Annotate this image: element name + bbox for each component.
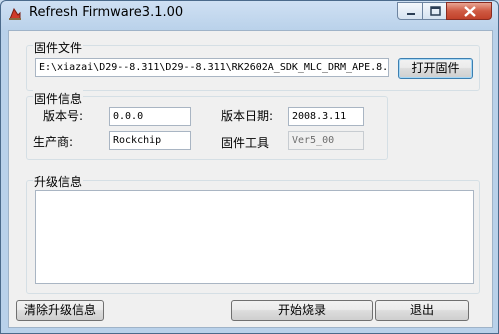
client-area: 固件文件 E:\xiazai\D29--8.311\D29--8.311\RK2… [8,30,493,328]
maximize-button[interactable] [422,2,447,20]
clear-upgrade-info-button[interactable]: 清除升级信息 [16,300,104,321]
minimize-icon [407,13,415,15]
exit-button[interactable]: 退出 [375,300,469,321]
close-icon [464,6,476,17]
firmware-tool-field: Ver5_00 [288,131,364,150]
version-field[interactable]: 0.0.0 [109,107,191,126]
firmware-path-field[interactable]: E:\xiazai\D29--8.311\D29--8.311\RK2602A_… [35,58,389,77]
minimize-button[interactable] [397,2,423,20]
firmware-tool-label: 固件工具 [221,136,270,150]
open-firmware-button[interactable]: 打开固件 [398,58,473,79]
title-bar[interactable]: Refresh Firmware3.1.00 [1,1,498,27]
app-icon [7,6,23,22]
version-label: 版本号: [43,109,84,123]
release-date-field[interactable]: 2008.3.11 [288,107,364,126]
close-button[interactable] [446,2,492,20]
window-title: Refresh Firmware3.1.00 [29,5,184,20]
upgrade-info-group-title: 升级信息 [33,173,84,190]
vendor-label: 生产商: [33,135,74,149]
app-window: Refresh Firmware3.1.00 固件文件 E:\xiazai\D2… [0,0,499,334]
vendor-field[interactable]: Rockchip [109,131,191,150]
maximize-icon [430,6,441,16]
firmware-info-group-title: 固件信息 [33,90,84,107]
start-flash-button[interactable]: 开始烧录 [231,300,373,321]
firmware-file-group-title: 固件文件 [33,39,84,56]
upgrade-log-area[interactable] [35,190,474,284]
release-date-label: 版本日期: [221,109,274,123]
